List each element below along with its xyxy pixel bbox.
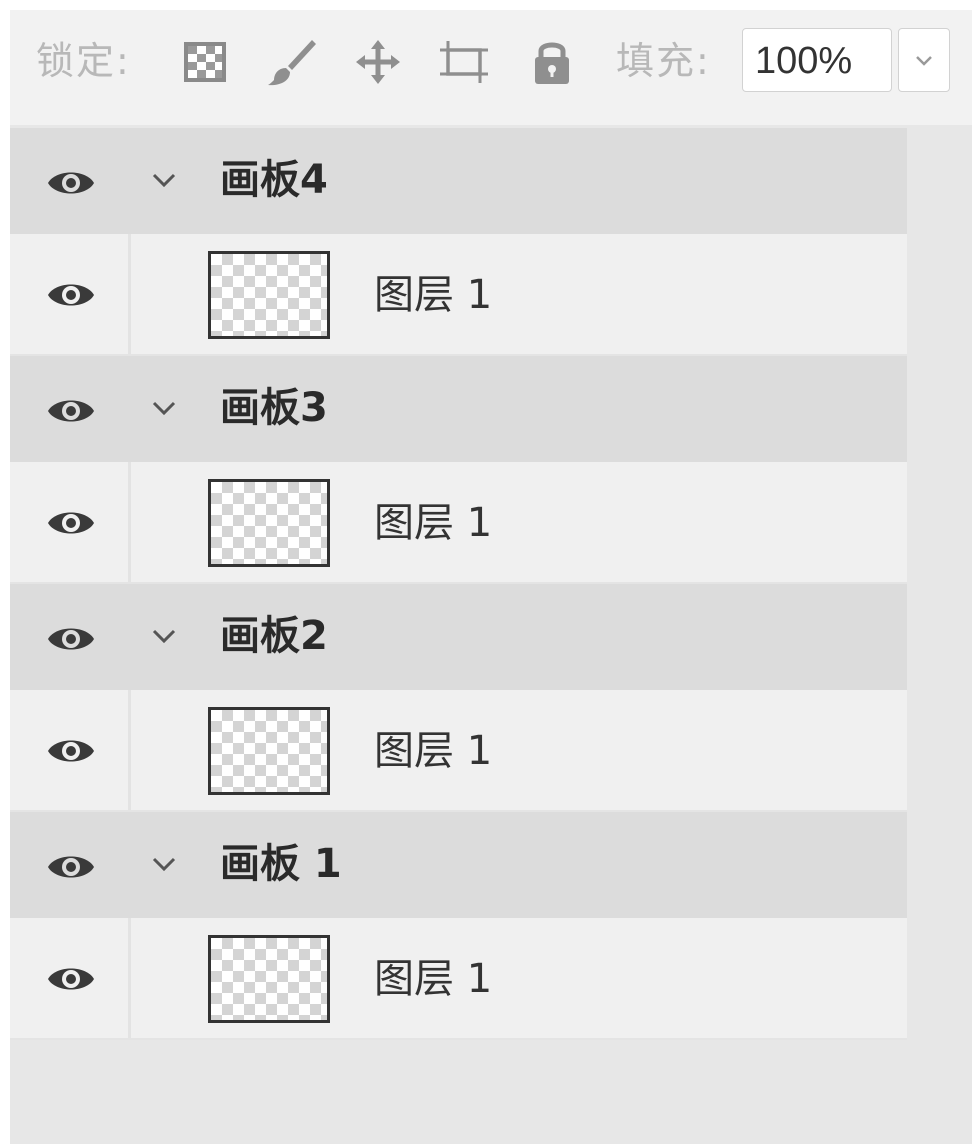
artboard-name: 画板4: [220, 157, 328, 203]
visibility-eye-icon[interactable]: [46, 850, 96, 884]
visibility-eye-icon[interactable]: [46, 734, 96, 768]
chevron-down-icon[interactable]: [148, 168, 180, 192]
layer-name: 图层 1: [374, 728, 493, 774]
layer-thumbnail[interactable]: [208, 707, 330, 795]
layer-row[interactable]: 图层 1: [10, 462, 907, 584]
lock-toolbar: 锁定: 填充: 100%: [10, 10, 972, 125]
layer-name: 图层 1: [374, 500, 493, 546]
lock-position-icon[interactable]: [352, 36, 404, 88]
chevron-down-icon[interactable]: [148, 624, 180, 648]
layer-row[interactable]: 图层 1: [10, 690, 907, 812]
chevron-down-icon[interactable]: [148, 852, 180, 876]
lock-transparent-pixels-icon[interactable]: [180, 36, 232, 88]
visibility-eye-icon[interactable]: [46, 394, 96, 428]
fill-label: 填充:: [616, 39, 711, 83]
layer-name: 图层 1: [374, 956, 493, 1002]
visibility-eye-icon[interactable]: [46, 962, 96, 996]
artboard-name: 画板3: [220, 385, 328, 431]
layer-thumbnail[interactable]: [208, 479, 330, 567]
visibility-eye-icon[interactable]: [46, 622, 96, 656]
layer-list: 画板4 图层 1 画板3 图层 1 画板2 图层 1 画板 1 图层 1: [10, 128, 907, 1040]
row-divider: [128, 918, 131, 1038]
row-divider: [128, 234, 131, 354]
layers-panel: 锁定: 填充: 100% 画板4 图层 1 画板3 图层 1 画板2 图层 1 …: [10, 10, 972, 1144]
layer-row[interactable]: 图层 1: [10, 918, 907, 1040]
artboard-row[interactable]: 画板 1: [10, 812, 907, 918]
row-divider: [128, 462, 131, 582]
chevron-down-icon[interactable]: [148, 396, 180, 420]
fill-dropdown-button[interactable]: [898, 28, 950, 92]
visibility-eye-icon[interactable]: [46, 166, 96, 200]
layer-name: 图层 1: [374, 272, 493, 318]
lock-image-pixels-icon[interactable]: [266, 36, 318, 88]
row-divider: [128, 690, 131, 810]
visibility-eye-icon[interactable]: [46, 278, 96, 312]
artboard-name: 画板2: [220, 613, 328, 659]
artboard-row[interactable]: 画板2: [10, 584, 907, 690]
artboard-name: 画板 1: [220, 841, 342, 887]
layer-row[interactable]: 图层 1: [10, 234, 907, 356]
layer-thumbnail[interactable]: [208, 251, 330, 339]
artboard-row[interactable]: 画板3: [10, 356, 907, 462]
visibility-eye-icon[interactable]: [46, 506, 96, 540]
lock-label: 锁定:: [36, 39, 131, 83]
lock-all-icon[interactable]: [526, 36, 578, 88]
fill-opacity-input[interactable]: 100%: [742, 28, 892, 92]
chevron-down-icon: [916, 56, 932, 66]
lock-artboard-icon[interactable]: [438, 36, 490, 88]
layer-thumbnail[interactable]: [208, 935, 330, 1023]
artboard-row[interactable]: 画板4: [10, 128, 907, 234]
